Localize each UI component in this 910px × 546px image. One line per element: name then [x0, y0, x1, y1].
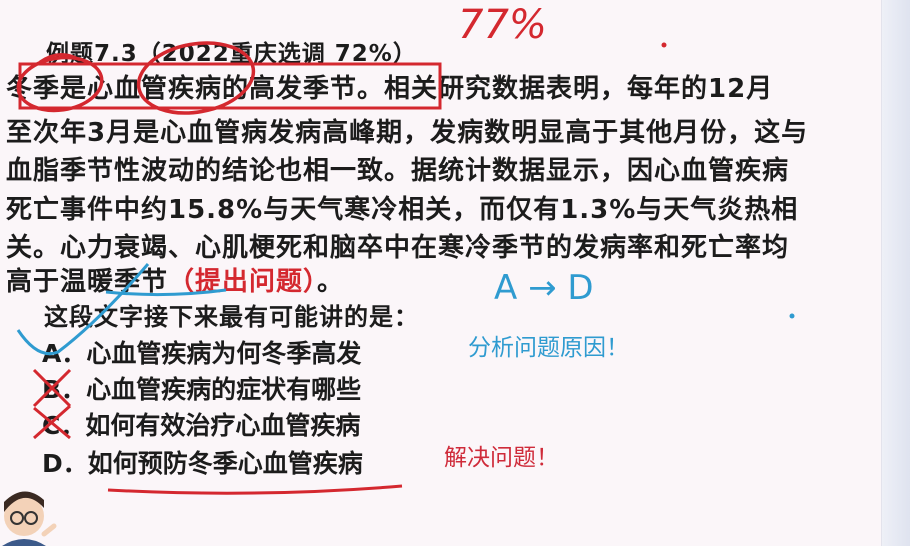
option-b[interactable]: B．心血管疾病的症状有哪些: [42, 370, 361, 406]
passage-line-6-start: 高于温暖季节: [6, 267, 169, 297]
option-a-letter: A．: [42, 339, 87, 368]
note-solve-problem: 解决问题！: [444, 445, 559, 471]
passage-line-1: 冬季是心血管疾病的高发季节。相关研究数据表明，每年的12月: [6, 68, 773, 105]
handwritten-arrow: A → D: [494, 268, 594, 308]
passage-line-2: 至次年3月是心血管病发病高峰期，发病数明显高于其他月份，这与: [6, 118, 809, 148]
passage-line-6: 高于温暖季节（提出问题）。: [6, 261, 344, 298]
passage-first-sentence: 冬季是心血管疾病的高发季节。: [6, 74, 385, 104]
note-analyze-cause: 分析问题原因！: [468, 335, 629, 361]
handwritten-percent: 77%: [458, 2, 547, 48]
teacher-avatar: [2, 491, 57, 546]
option-b-letter: B．: [42, 375, 87, 404]
option-c-letter: C．: [42, 411, 86, 440]
question-title: 例题7.3（2022重庆选调 72%）: [46, 41, 417, 67]
raise-problem-tag: （提出问题）: [168, 267, 318, 297]
option-c-text: 如何有效治疗心血管疾病: [85, 411, 361, 440]
option-d-letter: D．: [42, 449, 88, 478]
option-d-text: 如何预防冬季心血管疾病: [87, 449, 363, 478]
option-c[interactable]: C．如何有效治疗心血管疾病: [42, 406, 360, 442]
option-a[interactable]: A．心血管疾病为何冬季高发: [42, 334, 361, 370]
passage-line-6-end: 。: [317, 267, 345, 297]
passage-line-4: 死亡事件中约15.8%与天气寒冷相关，而仅有1.3%与天气炎热相: [6, 195, 799, 225]
passage-line-1-rest: 相关研究数据表明，每年的12月: [384, 74, 774, 104]
window-frame-right: [881, 0, 910, 546]
option-a-text: 心血管疾病为何冬季高发: [86, 339, 362, 368]
option-d-underline: [107, 484, 403, 495]
option-b-text: 心血管疾病的症状有哪些: [86, 375, 362, 404]
passage-line-5: 关。心力衰竭、心肌梗死和脑卒中在寒冷季节的发病率和死亡率均: [6, 233, 790, 263]
passage-line-3: 血脂季节性波动的结论也相一致。据统计数据显示，因心血管疾病: [6, 156, 790, 186]
red-dot: [661, 42, 667, 48]
blue-dot: [789, 313, 795, 319]
option-d[interactable]: D．如何预防冬季心血管疾病: [42, 444, 363, 480]
question-prompt: 这段文字接下来最有可能讲的是：: [44, 303, 419, 331]
